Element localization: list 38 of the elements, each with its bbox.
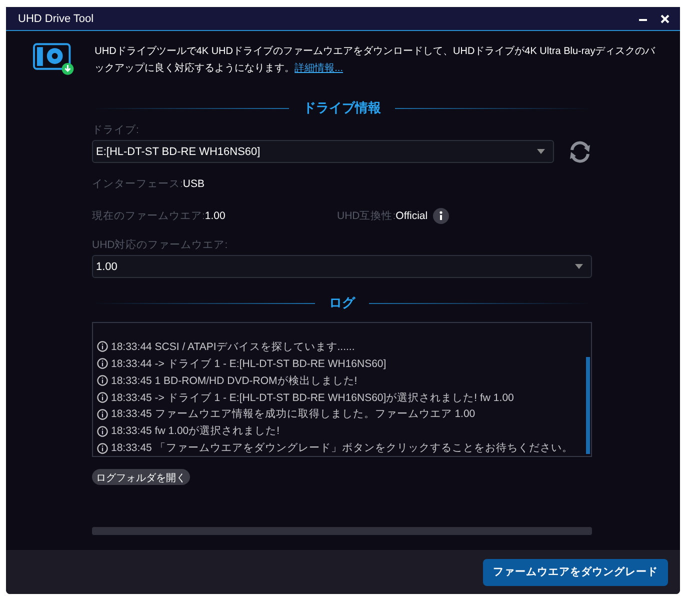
caret-icon <box>575 264 583 269</box>
dropdown-field[interactable]: 1.00 <box>92 255 592 278</box>
refresh-icon[interactable] <box>568 140 592 162</box>
open-log-folder-button[interactable]: ログフォルダを開く <box>92 469 190 485</box>
log-entry: 18:33:44 SCSI / ATAPIデバイスを探しています...... <box>111 340 355 354</box>
details-link[interactable]: 詳細情報... <box>294 63 343 74</box>
uhd-firmware-label: UHD対応のファームウエア: <box>92 238 229 252</box>
uhd-compatibility-value: Official <box>396 210 428 222</box>
intro-text: UHDドライブツールで4K UHDドライブのファームウエアをダウンロードして、UHDドライブが4K Ultra Blu-rayディスクのバックアップに良く対応するようになります。詳細情報... <box>94 44 656 76</box>
info-icon <box>97 442 108 454</box>
section-heading: ログ <box>329 294 355 312</box>
dropdown-field[interactable]: E:[HL-DT-ST BD-RE WH16NS60] <box>92 140 554 163</box>
info-icon <box>97 375 108 386</box>
uhd-compatibility-label: UHD互換性: <box>337 209 396 223</box>
window-title: UHD Drive Tool <box>18 12 94 24</box>
close-icon[interactable] <box>660 14 670 24</box>
downgrade-firmware-button[interactable]: ファームウエアをダウングレード <box>483 558 668 586</box>
section-heading: ドライブ情報 <box>303 99 381 117</box>
interface-label: インターフェース: <box>92 177 183 191</box>
drive-label: ドライブ: <box>92 123 140 137</box>
scrollbar-thumb[interactable] <box>586 357 590 454</box>
info-icon <box>97 341 108 352</box>
info-icon <box>97 426 108 437</box>
log-entry: 18:33:44 -> ドライブ 1 - E:[HL-DT-ST BD-RE WH16NS60] <box>111 356 386 371</box>
info-icon <box>97 408 108 420</box>
log-entry: 18:33:45 ファームウエア情報を成功に取得しました。ファームウエア 1.00 <box>111 407 476 422</box>
log-entry: 18:33:45 「ファームウエアをダウングレード」ボタンをクリックすることをお待ちください。 <box>111 441 573 456</box>
log-entry: 18:33:45 fw 1.00が選択されました! <box>111 424 280 438</box>
interface-value: USB <box>182 178 205 190</box>
caret-icon <box>537 149 545 154</box>
log-entry: 18:33:45 -> ドライブ 1 - E:[HL-DT-ST BD-RE WH16NS60]が選択されました! fw 1.00 <box>111 390 514 404</box>
disc-drive-icon <box>33 43 75 76</box>
info-icon <box>97 358 108 370</box>
info-icon[interactable] <box>432 208 449 224</box>
current-firmware-value: 1.00 <box>204 210 226 222</box>
info-icon <box>97 392 108 403</box>
current-firmware-label: 現在のファームウエア: <box>92 209 205 223</box>
log-entry: 18:33:45 1 BD-ROM/HD DVD-ROMが検出しました! <box>111 374 358 388</box>
